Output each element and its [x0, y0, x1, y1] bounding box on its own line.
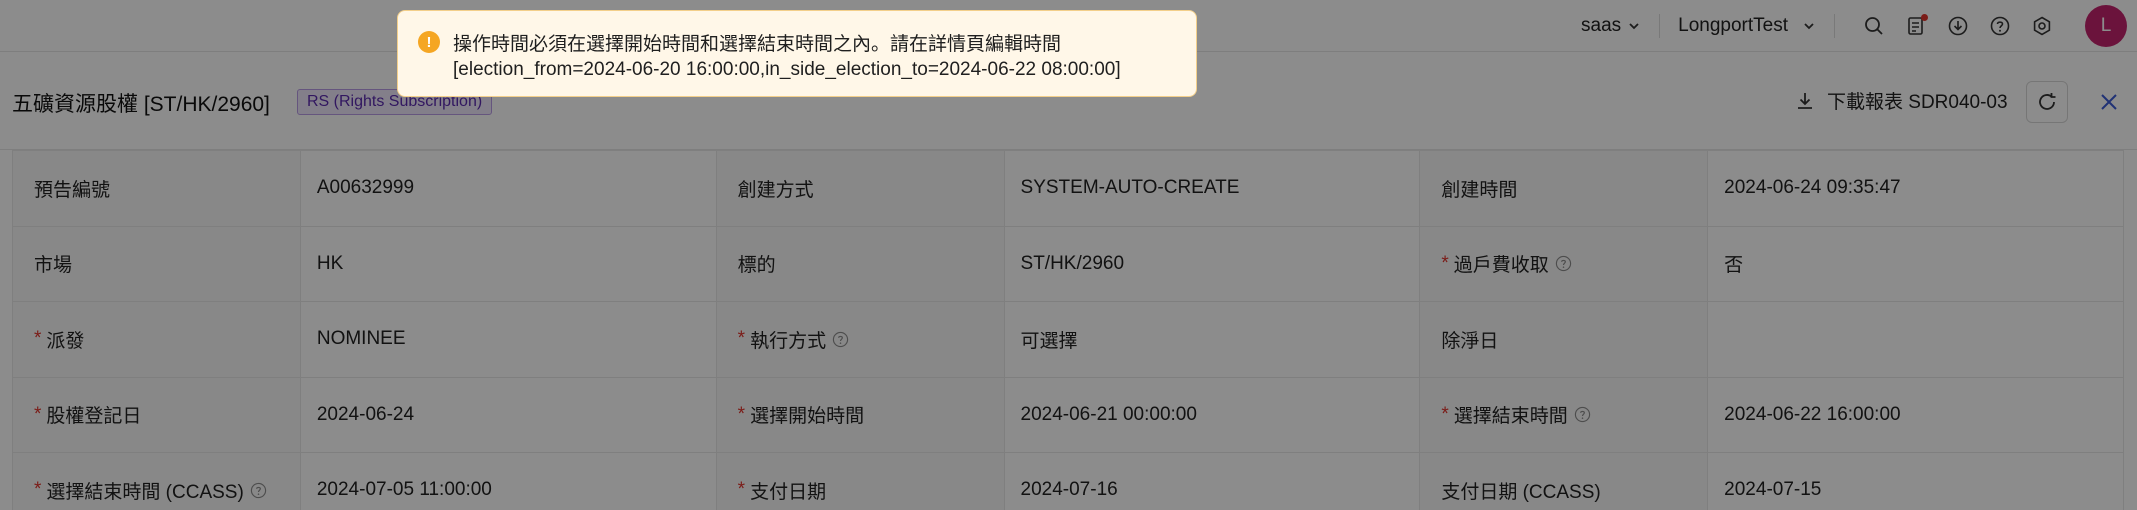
toast-message: 操作時間必須在選擇開始時間和選擇結束時間之內。請在詳情頁編輯時間 [453, 34, 1062, 55]
toast-detail: [election_from=2024-06-20 16:00:00,in_si… [453, 59, 1121, 80]
warning-toast: ! 操作時間必須在選擇開始時間和選擇結束時間之內。請在詳情頁編輯時間 [elec… [397, 10, 1197, 97]
warning-icon: ! [418, 31, 440, 53]
